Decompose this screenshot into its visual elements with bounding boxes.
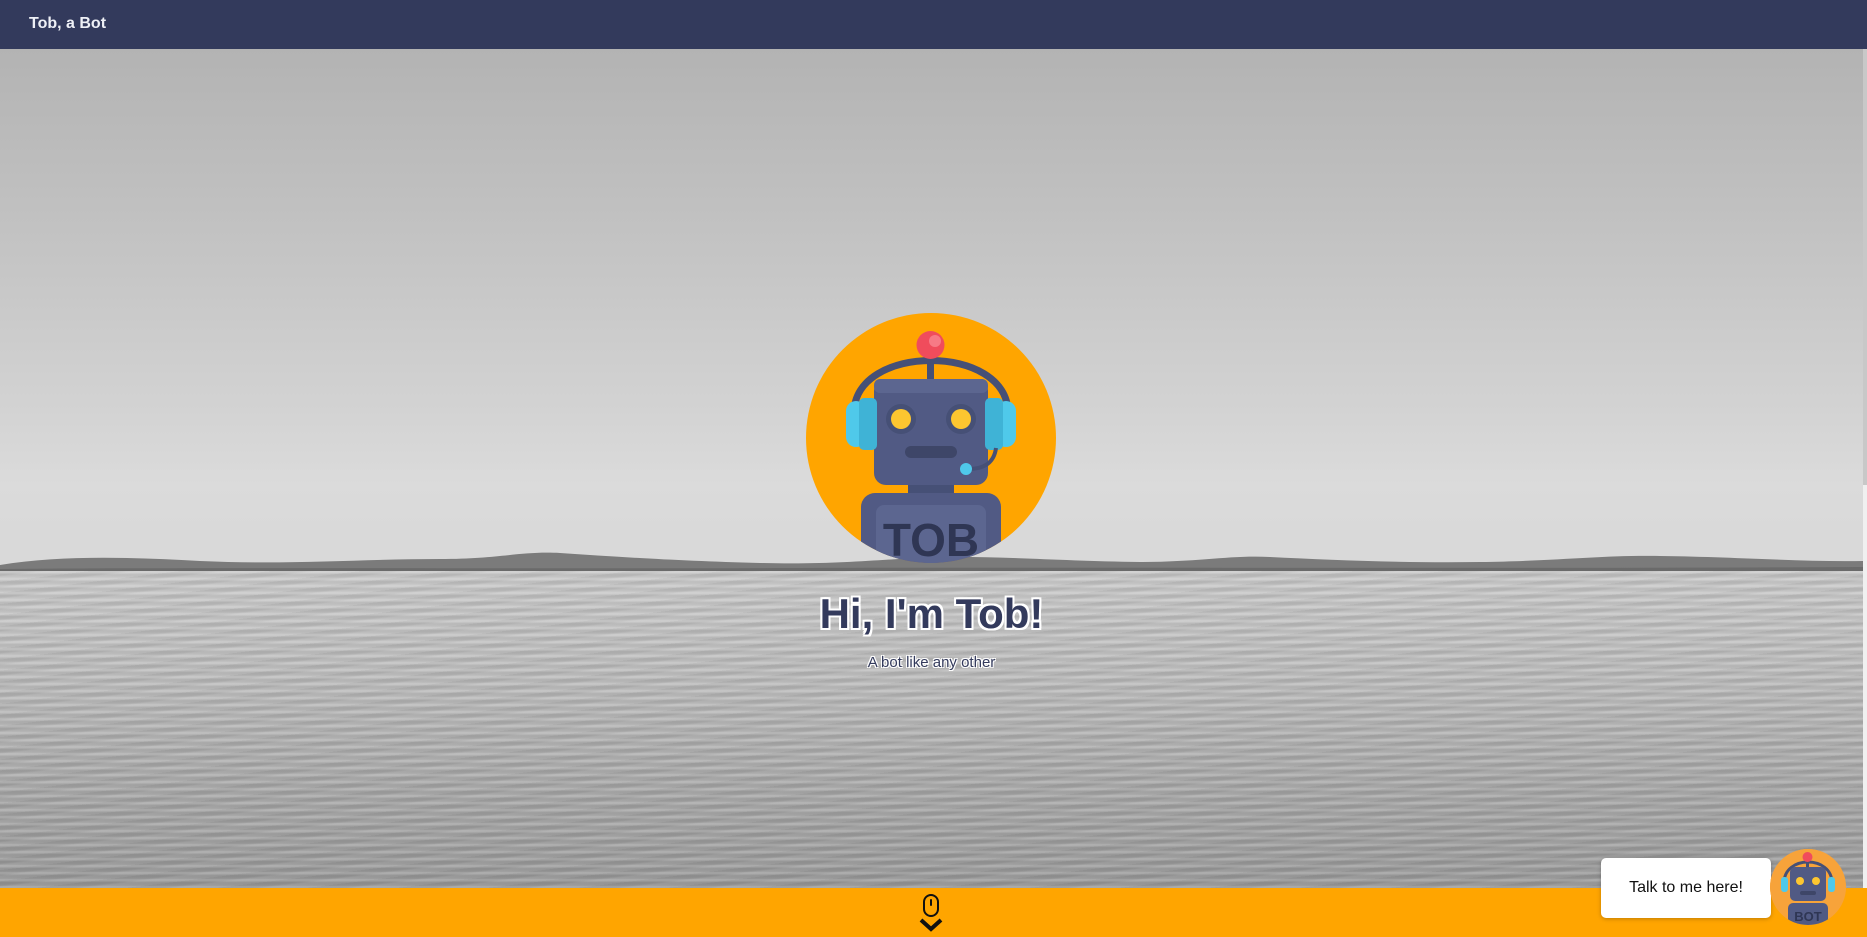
robot-avatar: TOB — [806, 313, 1056, 563]
scrollbar-thumb[interactable] — [1863, 49, 1867, 485]
avatar-label: TOB — [883, 514, 979, 563]
brand-link[interactable]: Tob, a Bot — [29, 15, 106, 33]
vertical-scrollbar[interactable] — [1863, 49, 1867, 888]
chat-prompt-text: Talk to me here! — [1629, 879, 1743, 896]
chat-launcher-button[interactable]: BOT — [1770, 849, 1846, 925]
chat-launcher-label: BOT — [1794, 909, 1822, 924]
hero-title: Hi, I'm Tob! — [819, 590, 1044, 637]
hero-section: TOB Hi, I'm Tob! A bot like any other — [0, 49, 1863, 888]
scroll-down-button[interactable] — [916, 893, 946, 935]
chat-prompt-bubble[interactable]: Talk to me here! — [1601, 858, 1780, 918]
top-navbar: Tob, a Bot — [0, 0, 1867, 49]
hero-subtitle: A bot like any other — [867, 654, 996, 671]
bot-avatar-icon: BOT — [1770, 849, 1846, 925]
robot-headset-icon: TOB — [846, 331, 1016, 563]
mouse-scroll-down-icon — [919, 894, 943, 932]
